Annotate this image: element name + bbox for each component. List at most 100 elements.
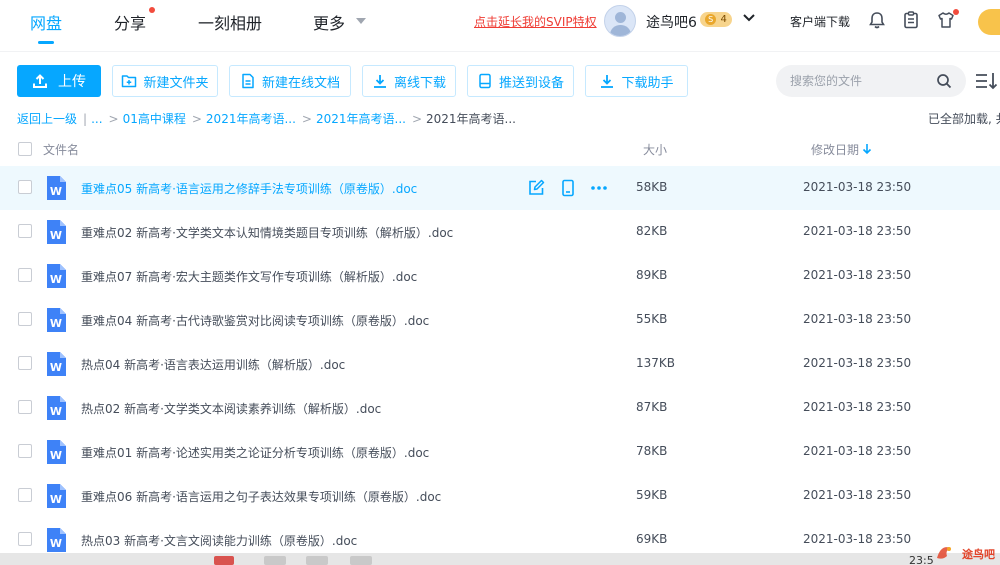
breadcrumb-item[interactable]: 01高中课程 (123, 112, 186, 126)
search-input[interactable] (790, 72, 930, 90)
file-modified-date: 2021-03-18 23:50 (803, 224, 912, 238)
device-icon (479, 73, 491, 89)
coin-icon: S (705, 14, 717, 25)
file-name[interactable]: 重难点02 新高考·文学类文本认知情境类题目专项训练（解析版）.doc (81, 224, 453, 241)
row-checkbox[interactable] (18, 356, 32, 370)
taskbar-app-icon[interactable] (306, 556, 328, 565)
breadcrumb-item[interactable]: 2021年高考语... (206, 112, 296, 126)
download-icon (373, 75, 386, 88)
file-name[interactable]: 热点02 新高考·文学类文本阅读素养训练（解析版）.doc (81, 400, 381, 417)
row-checkbox[interactable] (18, 312, 32, 326)
sort-descending-icon[interactable] (862, 143, 872, 155)
svg-text:W: W (50, 229, 62, 242)
more-actions-icon[interactable] (590, 179, 608, 197)
taskbar-app-icon[interactable] (350, 556, 372, 565)
clipboard-icon[interactable] (901, 10, 921, 30)
vip-entry-button[interactable] (978, 9, 1000, 35)
tab-album[interactable]: 一刻相册 (198, 10, 262, 34)
file-name[interactable]: 重难点05 新高考·语言运用之修辞手法专项训练（原卷版）.doc (81, 180, 417, 197)
tab-more[interactable]: 更多 (313, 10, 345, 34)
row-checkbox[interactable] (18, 488, 32, 502)
username[interactable]: 途鸟吧6 (646, 12, 697, 32)
push-device-icon[interactable] (559, 179, 577, 197)
chevron-down-icon[interactable] (742, 11, 756, 25)
breadcrumb-separator: > (191, 112, 202, 126)
word-doc-icon: W (47, 396, 66, 420)
file-name[interactable]: 重难点04 新高考·古代诗歌鉴赏对比阅读专项训练（原卷版）.doc (81, 312, 429, 329)
new-folder-button[interactable]: 新建文件夹 (112, 65, 218, 97)
breadcrumb-current: 2021年高考语... (426, 112, 516, 126)
share-notification-dot (149, 7, 155, 13)
file-size: 59KB (636, 488, 668, 502)
download-icon (601, 75, 614, 88)
word-doc-icon: W (47, 484, 66, 508)
table-row[interactable]: W 重难点02 新高考·文学类文本认知情境类题目专项训练（解析版）.doc 82… (0, 210, 1000, 254)
row-checkbox[interactable] (18, 224, 32, 238)
taskbar-app-icon[interactable] (264, 556, 286, 565)
tab-netdisk[interactable]: 网盘 (30, 10, 62, 34)
row-checkbox[interactable] (18, 268, 32, 282)
upload-button[interactable]: 上传 (17, 65, 101, 97)
select-all-checkbox[interactable] (18, 142, 32, 156)
breadcrumb-separator: > (411, 112, 423, 126)
file-modified-date: 2021-03-18 23:50 (803, 444, 912, 458)
breadcrumb: 返回上一级 |... >01高中课程 >2021年高考语... >2021年高考语...… (17, 110, 520, 127)
svg-text:W: W (50, 493, 62, 506)
file-size: 58KB (636, 180, 668, 194)
row-checkbox[interactable] (18, 444, 32, 458)
table-row[interactable]: W 重难点06 新高考·语言运用之句子表达效果专项训练（原卷版）.doc 59K… (0, 474, 1000, 518)
breadcrumb-item[interactable]: 2021年高考语... (316, 112, 406, 126)
file-name[interactable]: 重难点06 新高考·语言运用之句子表达效果专项训练（原卷版）.doc (81, 488, 441, 505)
new-folder-label: 新建文件夹 (143, 75, 209, 91)
breadcrumb-separator: | (83, 112, 88, 126)
breadcrumb-ellipsis[interactable]: ... (91, 112, 102, 126)
avatar[interactable] (604, 5, 636, 37)
push-to-device-button[interactable]: 推送到设备 (467, 65, 574, 97)
row-checkbox[interactable] (18, 532, 32, 546)
file-size: 78KB (636, 444, 668, 458)
document-icon (242, 73, 254, 89)
file-name[interactable]: 重难点01 新高考·论述实用类之论证分析专项训练（原卷版）.doc (81, 444, 429, 461)
search-box (776, 65, 966, 97)
word-doc-icon: W (47, 264, 66, 288)
row-checkbox[interactable] (18, 180, 32, 194)
upload-icon (33, 74, 47, 88)
offline-download-button[interactable]: 离线下载 (362, 65, 456, 97)
word-doc-icon: W (47, 176, 66, 200)
svip-renew-link[interactable]: 点击延长我的SVIP特权 (474, 13, 597, 30)
tab-share[interactable]: 分享 (114, 10, 146, 34)
file-size: 55KB (636, 312, 668, 326)
file-name[interactable]: 热点03 新高考·文言文阅读能力训练（原卷版）.doc (81, 532, 357, 549)
taskbar-app-icon[interactable] (214, 556, 234, 565)
breadcrumb-back[interactable]: 返回上一级 (17, 112, 77, 126)
client-download-link[interactable]: 客户端下载 (790, 13, 850, 30)
table-row[interactable]: W 热点04 新高考·语言表达运用训练（解析版）.doc 137KB 2021-… (0, 342, 1000, 386)
table-header: 文件名 大小 修改日期 (0, 134, 1000, 164)
watermark-text: 途鸟吧 (962, 548, 995, 561)
search-icon[interactable] (936, 73, 952, 89)
bell-icon[interactable] (867, 10, 887, 30)
file-list: W 重难点05 新高考·语言运用之修辞手法专项训练（原卷版）.doc 58KB … (0, 166, 1000, 562)
new-online-doc-button[interactable]: 新建在线文档 (229, 65, 351, 97)
column-header-size[interactable]: 大小 (643, 141, 667, 158)
download-helper-button[interactable]: 下载助手 (585, 65, 688, 97)
row-checkbox[interactable] (18, 400, 32, 414)
table-row[interactable]: W 重难点01 新高考·论述实用类之论证分析专项训练（原卷版）.doc 78KB… (0, 430, 1000, 474)
table-row[interactable]: W 重难点07 新高考·宏大主题类作文写作专项训练（解析版）.doc 89KB … (0, 254, 1000, 298)
file-size: 89KB (636, 268, 668, 282)
sort-list-icon[interactable] (975, 71, 999, 91)
edit-icon[interactable] (527, 179, 545, 197)
table-row[interactable]: W 重难点05 新高考·语言运用之修辞手法专项训练（原卷版）.doc 58KB … (0, 166, 1000, 210)
table-row[interactable]: W 热点02 新高考·文学类文本阅读素养训练（解析版）.doc 87KB 202… (0, 386, 1000, 430)
column-header-date[interactable]: 修改日期 (811, 141, 859, 158)
file-name[interactable]: 重难点07 新高考·宏大主题类作文写作专项训练（解析版）.doc (81, 268, 417, 285)
file-name[interactable]: 热点04 新高考·语言表达运用训练（解析版）.doc (81, 356, 345, 373)
file-size: 69KB (636, 532, 668, 546)
table-row[interactable]: W 重难点04 新高考·古代诗歌鉴赏对比阅读专项训练（原卷版）.doc 55KB… (0, 298, 1000, 342)
svip-level: 4 (720, 14, 727, 25)
word-doc-icon: W (47, 220, 66, 244)
word-doc-icon: W (47, 352, 66, 376)
column-header-name[interactable]: 文件名 (43, 141, 79, 158)
word-doc-icon: W (47, 440, 66, 464)
more-caret-icon[interactable] (356, 18, 366, 24)
